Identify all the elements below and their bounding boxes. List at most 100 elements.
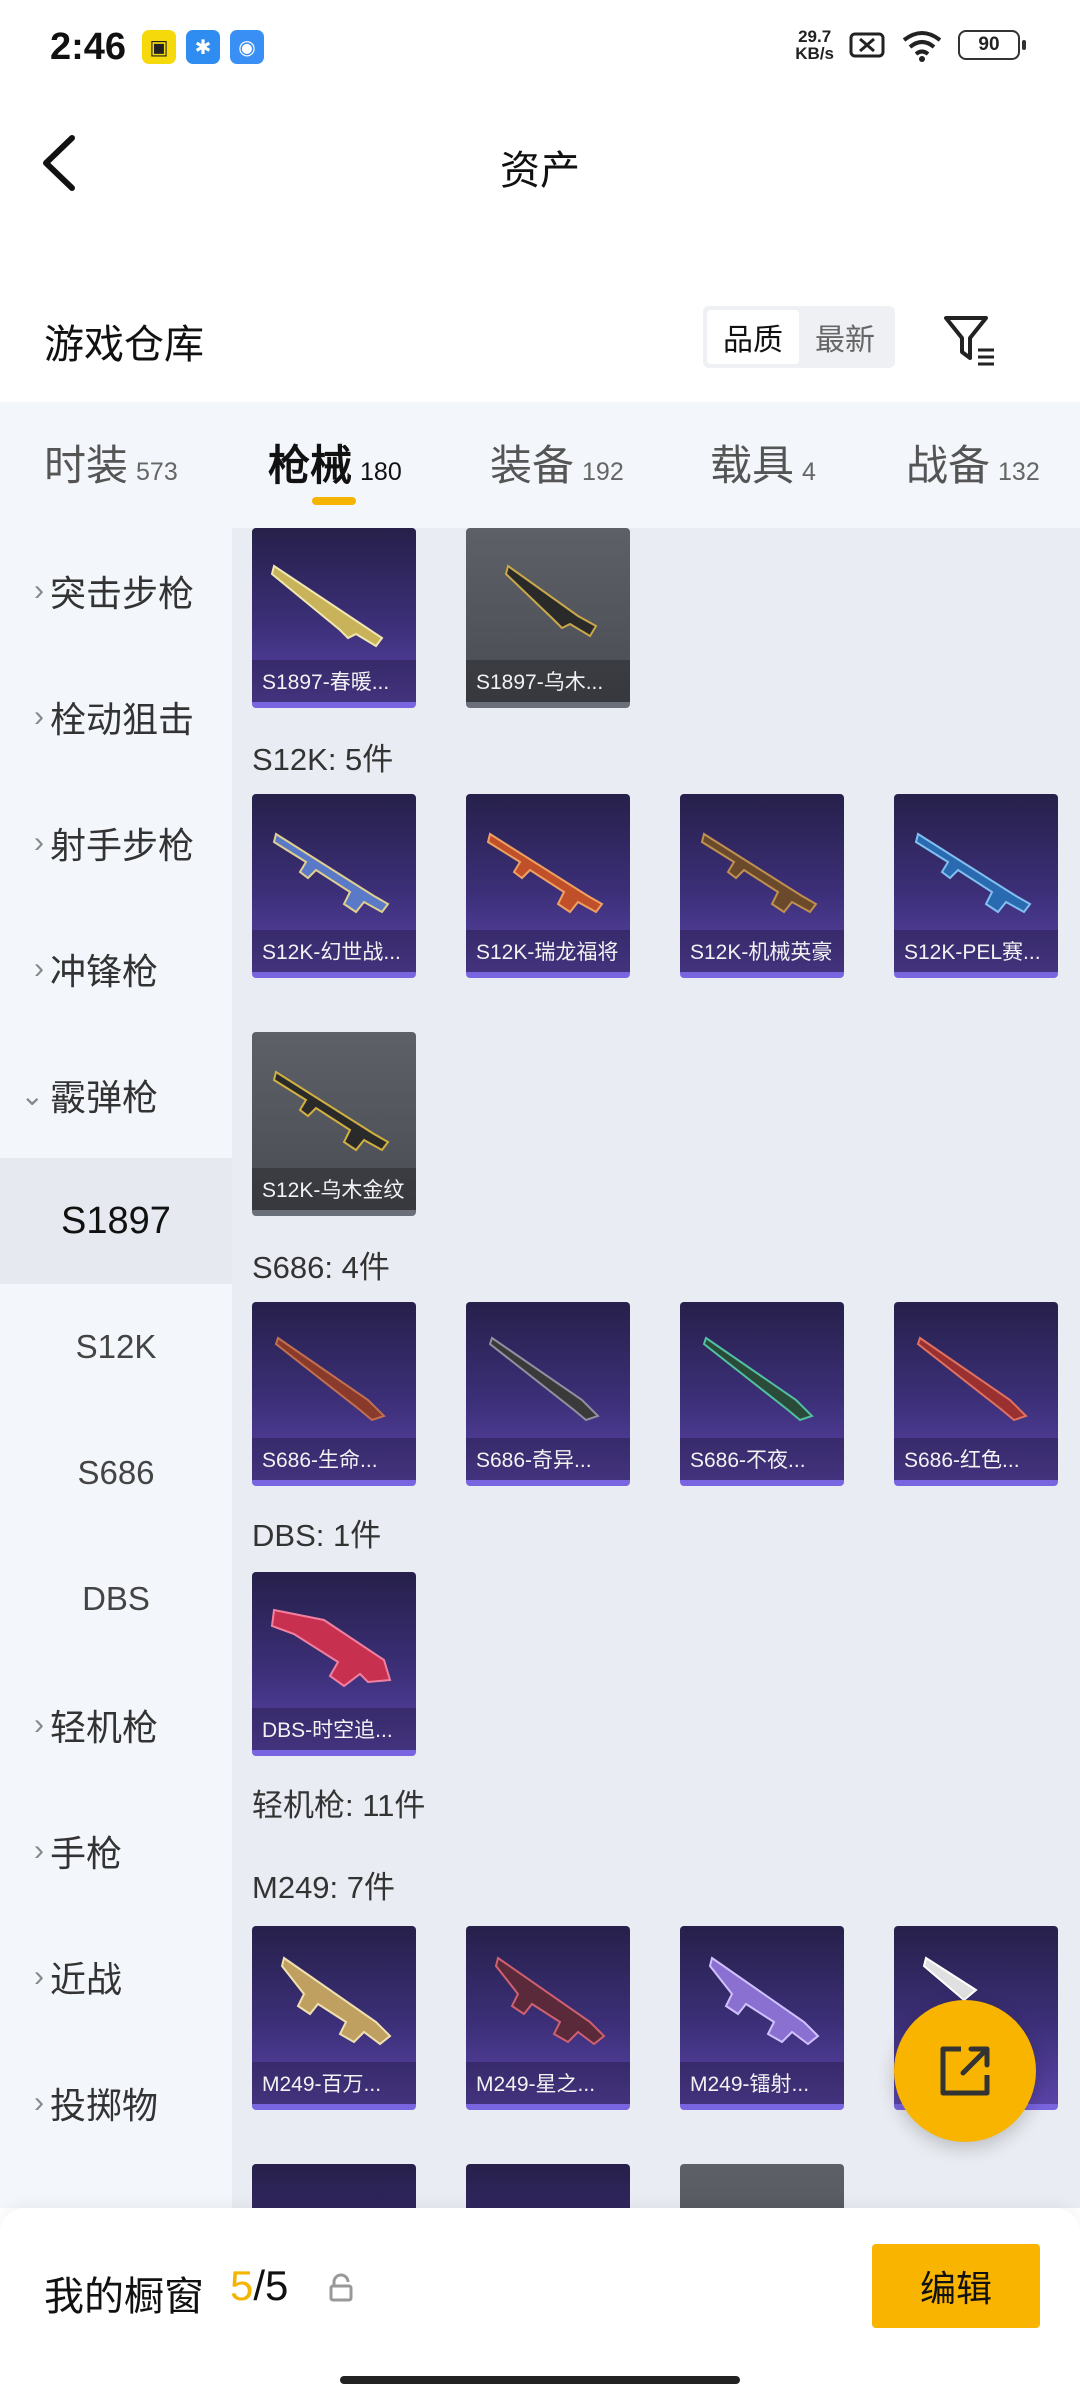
shotgun-icon (916, 1336, 1028, 1422)
sidebar-item-bolt-sniper[interactable]: › 栓动狙击 (0, 654, 232, 780)
weapon-card[interactable]: M249-星之... (466, 1926, 630, 2110)
weapon-card-label: S686-生命... (252, 1438, 416, 1480)
shotgun-icon (702, 1336, 814, 1422)
showcase-count: 5/5 (230, 2262, 288, 2310)
filter-icon[interactable] (940, 310, 1000, 370)
share-external-icon (940, 2046, 990, 2096)
showcase-bar: 我的橱窗 5/5 编辑 (0, 2208, 1080, 2400)
weapon-category-sidebar: › 突击步枪 › 栓动狙击 › 射手步枪 › 冲锋枪 ⌄ 霰弹枪 S1897 S… (0, 528, 232, 2208)
showcase-total: /5 (253, 2262, 289, 2309)
sidebar-sub-s1897[interactable]: S1897 (0, 1158, 232, 1284)
weapon-card[interactable]: S1897-春暖... (252, 528, 416, 708)
weapon-card-label: S12K-幻世战... (252, 930, 416, 972)
weapon-card[interactable]: S686-奇异... (466, 1302, 630, 1486)
speed-unit: KB/s (795, 44, 834, 63)
chevron-right-icon: › (34, 1960, 44, 1993)
chevron-right-icon: › (34, 952, 44, 985)
weapon-card[interactable]: DBS-时空追... (252, 1572, 416, 1756)
page-title: 资产 (500, 149, 580, 193)
tab-firearms[interactable]: 枪械 180 (268, 432, 402, 493)
chevron-right-icon: › (34, 700, 44, 733)
weapon-card-label: S12K-PEL赛... (894, 930, 1058, 972)
sidebar-sub-dbs[interactable]: DBS (0, 1536, 232, 1662)
weapon-card[interactable]: S12K-机械英豪 (680, 794, 844, 978)
weapon-card[interactable] (680, 2164, 844, 2208)
weapon-card-label: DBS-时空追... (252, 1708, 416, 1750)
weapon-card[interactable]: S1897-乌木... (466, 528, 630, 708)
group-title-s12k: S12K: 5件 (252, 742, 394, 777)
weapon-card-label: S686-奇异... (466, 1438, 630, 1480)
rifle-icon (486, 832, 604, 914)
weapon-card-label: S12K-瑞龙福将 (466, 930, 630, 972)
sidebar-item-label: 轻机枪 (50, 1707, 159, 1748)
tab-combat-supplies[interactable]: 战备 132 (906, 432, 1040, 493)
weapon-card[interactable] (252, 2164, 416, 2208)
sort-quality-option[interactable]: 品质 (707, 310, 799, 364)
showcase-current: 5 (230, 2262, 254, 2309)
weapon-card-label: M249-星之... (466, 2062, 630, 2104)
weapon-card[interactable]: S12K-乌木金纹 (252, 1032, 416, 1216)
tab-label: 战备 (906, 442, 991, 489)
machine-gun-icon (494, 1956, 606, 2046)
tab-label: 时装 (44, 442, 129, 489)
bluetooth-icon: ✱ (186, 30, 220, 64)
notification-icons: ▣ ✱ ◉ (142, 30, 264, 64)
sort-toggle: 品质 最新 (703, 306, 895, 368)
weapon-card[interactable]: S12K-瑞龙福将 (466, 794, 630, 978)
sidebar-item-smg[interactable]: › 冲锋枪 (0, 906, 232, 1032)
sort-newest-option[interactable]: 最新 (799, 310, 891, 364)
weapon-card-label: S1897-春暖... (252, 660, 416, 702)
tab-count: 4 (802, 458, 816, 486)
chevron-right-icon: › (34, 574, 44, 607)
app-notification-icon: ▣ (142, 30, 176, 64)
sim-off-icon (849, 32, 885, 58)
weapon-card[interactable]: S12K-幻世战... (252, 794, 416, 978)
sidebar-item-label: 冲锋枪 (50, 951, 159, 992)
tab-fashion[interactable]: 时装 573 (44, 432, 178, 493)
weapon-card-label: S686-红色... (894, 1438, 1058, 1480)
rifle-icon (914, 832, 1032, 914)
weapon-card-label: S1897-乌木... (466, 660, 630, 702)
tab-vehicles[interactable]: 载具 4 (710, 432, 816, 493)
chevron-down-icon: ⌄ (20, 1079, 44, 1111)
home-indicator (340, 2376, 740, 2384)
sidebar-item-shotgun[interactable]: ⌄ 霰弹枪 (0, 1032, 232, 1158)
weapon-card[interactable] (466, 2164, 630, 2208)
weapon-card-label: S12K-乌木金纹 (252, 1168, 416, 1210)
weapon-card[interactable]: M249-镭射... (680, 1926, 844, 2110)
share-button[interactable] (894, 2000, 1036, 2142)
weapon-card[interactable]: M249-百万... (252, 1926, 416, 2110)
showcase-title: 我的橱窗 (44, 2275, 204, 2319)
weapon-card[interactable]: S686-生命... (252, 1302, 416, 1486)
sidebar-item-lmg[interactable]: › 轻机枪 (0, 1662, 232, 1788)
weapon-card-label: M249-镭射... (680, 2062, 844, 2104)
battery-indicator: 90 (958, 30, 1026, 60)
weapon-grid: S1897-春暖... S1897-乌木... S12K: 5件 S12K-幻世… (232, 528, 1080, 2208)
sidebar-item-label: 突击步枪 (50, 573, 195, 614)
group-title-s686: S686: 4件 (252, 1250, 390, 1285)
group-title-lmg: 轻机枪: 11件 (252, 1788, 426, 1823)
tab-equipment[interactable]: 装备 192 (490, 432, 624, 493)
weapon-card[interactable]: S686-红色... (894, 1302, 1058, 1486)
weapon-card[interactable]: S12K-PEL赛... (894, 794, 1058, 978)
sidebar-item-throwable[interactable]: › 投掷物 (0, 2040, 232, 2166)
sidebar-item-pistol[interactable]: › 手枪 (0, 1788, 232, 1914)
sidebar-sub-s12k[interactable]: S12K (0, 1284, 232, 1410)
shotgun-icon (270, 1608, 392, 1688)
status-time: 2:46 (50, 26, 127, 68)
weapon-card-label: S686-不夜... (680, 1438, 844, 1480)
edit-button[interactable]: 编辑 (872, 2244, 1040, 2328)
sidebar-sub-s686[interactable]: S686 (0, 1410, 232, 1536)
warehouse-title: 游戏仓库 (44, 323, 204, 367)
weapon-card[interactable]: S686-不夜... (680, 1302, 844, 1486)
group-title-dbs: DBS: 1件 (252, 1518, 382, 1553)
chevron-right-icon: › (34, 1834, 44, 1867)
network-speed: 29.7 KB/s (795, 28, 834, 62)
sidebar-item-marksman-rifle[interactable]: › 射手步枪 (0, 780, 232, 906)
chevron-right-icon: › (34, 1708, 44, 1741)
sidebar-item-label: 近战 (50, 1959, 123, 2000)
shotgun-icon (270, 564, 384, 648)
sidebar-item-melee[interactable]: › 近战 (0, 1914, 232, 2040)
sidebar-item-assault-rifle[interactable]: › 突击步枪 (0, 528, 232, 654)
active-tab-indicator (312, 497, 356, 505)
